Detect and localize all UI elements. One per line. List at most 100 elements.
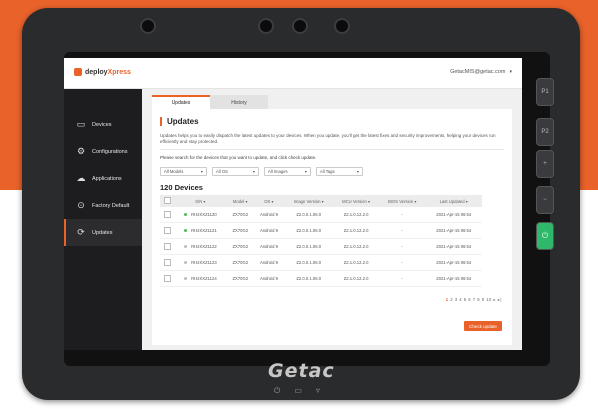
column-header-last-updated[interactable]: Last Updated ▾ (425, 195, 482, 207)
status-dot-icon (184, 213, 188, 216)
cell-sn: RH2XXZ1124 (174, 270, 227, 287)
page-title: Updates (160, 117, 199, 126)
page-numbers[interactable]: 2 3 4 5 6 7 8 9 10 (450, 297, 492, 302)
hw-button-volume-up[interactable]: + (536, 150, 554, 178)
configurations-icon: ⚙ (76, 146, 86, 156)
cell-model: ZX70G2 (226, 207, 254, 223)
filter-os-select[interactable]: All OS ▾ (212, 167, 259, 176)
cell-last-updated: 2021-Apr-15 06:54 (425, 238, 482, 255)
filter-models-select[interactable]: All Models ▾ (160, 167, 207, 176)
cell-model: ZX70G2 (226, 238, 254, 255)
filter-tags-select[interactable]: All Tags ▾ (316, 167, 363, 176)
logo-mark-icon (74, 68, 82, 76)
user-email: GetacMIS@getac.com (450, 69, 506, 75)
applications-icon: ☁ (76, 173, 86, 183)
sidebar-item-applications[interactable]: ☁ Applications (64, 165, 142, 192)
row-checkbox[interactable] (160, 207, 174, 223)
cell-mcu-version: Z2.1.0.12.2.0 (333, 222, 379, 239)
cell-mcu-version: Z2.1.0.12.2.0 (333, 238, 379, 255)
camera-left-icon (140, 18, 156, 34)
bottom-status-icons: ⏻ ▭ ▿ (274, 386, 320, 396)
filter-value: All OS (216, 169, 228, 174)
column-header-bios-version[interactable]: BIOS Version ▾ (378, 195, 426, 207)
table-row[interactable]: RH2XXZ1124 ZX70G2 Android 9 Z2.0.0.1.06.0 Z2… (160, 270, 482, 287)
tab-history[interactable]: History (210, 95, 268, 109)
page-current[interactable]: 1 (446, 297, 449, 302)
cell-bios-version: - (378, 270, 426, 287)
row-checkbox[interactable] (160, 238, 174, 255)
devices-table: S/N ▾ Model ▾ OS ▾ Image Version ▾ MCU V… (160, 195, 482, 287)
cell-last-updated: 2021-Apr-15 06:54 (425, 254, 482, 271)
sidebar-item-updates[interactable]: ⟳ Updates (64, 219, 142, 246)
check-update-button[interactable]: Check update (464, 321, 502, 331)
pagination[interactable]: 1 2 3 4 5 6 7 8 9 10 ▸ ▸| (446, 297, 502, 302)
cell-bios-version: - (378, 238, 426, 255)
page-description: Updates helps you to easily dispatch the… (160, 133, 496, 144)
hw-button-power[interactable]: ⏻ (536, 222, 554, 250)
app-logo[interactable]: deployXpress (74, 68, 131, 76)
logo-prefix: deploy (85, 68, 108, 76)
filter-bar: All Models ▾ All OS ▾ All Images ▾ All Tags… (160, 167, 363, 176)
row-checkbox[interactable] (160, 222, 174, 239)
column-header-image-version[interactable]: Image Version ▾ (284, 195, 334, 207)
cell-os: Android 9 (253, 270, 285, 287)
status-dot-icon (184, 261, 188, 264)
filter-value: All Tags (320, 169, 335, 174)
hw-button-p2[interactable]: P2 (536, 118, 554, 146)
table-row[interactable]: RH2XXZ1123 ZX70G2 Android 9 Z2.0.0.1.06.0 Z2… (160, 254, 482, 271)
filter-value: All Images (268, 169, 288, 174)
cell-image-version: Z2.0.0.1.06.0 (284, 254, 334, 271)
cell-os: Android 9 (253, 254, 285, 271)
select-all-checkbox[interactable] (160, 195, 174, 207)
column-header-os[interactable]: OS ▾ (253, 195, 285, 207)
power-icon: ⏻ (541, 231, 549, 240)
sidebar-item-devices[interactable]: ▭ Devices (64, 111, 142, 138)
column-header-model[interactable]: Model ▾ (226, 195, 254, 207)
cell-model: ZX70G2 (226, 222, 254, 239)
sidebar-item-label: Updates (92, 229, 113, 236)
hw-button-volume-down[interactable]: − (536, 186, 554, 214)
sidebar-item-label: Configurations (92, 148, 128, 155)
sidebar-item-label: Factory Default (92, 202, 130, 209)
cell-bios-version: - (378, 222, 426, 239)
filter-images-select[interactable]: All Images ▾ (264, 167, 311, 176)
table-row[interactable]: RH2XXZ1121 ZX70G2 Android 9 Z2.0.0.1.06.0 Z2… (160, 222, 482, 239)
sidebar-item-configurations[interactable]: ⚙ Configurations (64, 138, 142, 165)
next-page-icon[interactable]: ▸ ▸| (494, 297, 502, 302)
cell-image-version: Z2.0.0.1.06.0 (284, 222, 334, 239)
hw-button-p1[interactable]: P1 (536, 78, 554, 106)
cell-sn: RH2XXZ1121 (174, 222, 227, 239)
camera-sensor-icon (292, 18, 308, 34)
tab-updates[interactable]: Updates (152, 95, 210, 109)
filter-value: All Models (164, 169, 184, 174)
cell-last-updated: 2021-Apr-15 06:54 (425, 270, 482, 287)
cell-mcu-version: Z2.1.0.12.2.0 (333, 270, 379, 287)
row-checkbox[interactable] (160, 254, 174, 271)
camera-center-icon (258, 18, 274, 34)
sidebar-item-label: Applications (92, 175, 122, 182)
chevron-down-icon: ▾ (509, 69, 512, 75)
app-screen: deployXpress GetacMIS@getac.com ▾ ▭ Devic… (64, 58, 522, 350)
tab-bar: Updates History (152, 95, 268, 109)
cell-sn: RH2XXZ1123 (174, 254, 227, 271)
top-bar: deployXpress GetacMIS@getac.com ▾ (64, 58, 522, 89)
sidebar: ▭ Devices ⚙ Configurations ☁ Application… (64, 89, 142, 350)
table-row[interactable]: RH2XXZ1122 ZX70G2 Android 9 Z2.0.0.1.06.0 Z2… (160, 238, 482, 255)
user-menu[interactable]: GetacMIS@getac.com ▾ (450, 69, 512, 75)
chevron-down-icon: ▾ (252, 169, 255, 174)
chevron-down-icon: ▾ (304, 169, 307, 174)
column-header-mcu-version[interactable]: MCU Version ▾ (333, 195, 379, 207)
device-count: 120 Devices (160, 183, 203, 192)
cell-last-updated: 2021-Apr-15 06:54 (425, 207, 482, 223)
cell-mcu-version: Z2.1.0.12.2.0 (333, 254, 379, 271)
status-dot-icon (184, 277, 188, 280)
status-dot-icon (184, 229, 188, 232)
main-content: Updates History Updates Updates helps yo… (142, 89, 522, 350)
battery-icon: ▭ (294, 386, 302, 395)
sidebar-item-factory-default[interactable]: ⊙ Factory Default (64, 192, 142, 219)
table-row[interactable]: RH2XXZ1120 ZX70G2 Android 9 Z2.0.0.1.06.0 Z2… (160, 207, 482, 223)
column-header-sn[interactable]: S/N ▾ (174, 195, 227, 207)
cell-os: Android 9 (253, 238, 285, 255)
row-checkbox[interactable] (160, 270, 174, 287)
cell-image-version: Z2.0.0.1.06.0 (284, 207, 334, 223)
